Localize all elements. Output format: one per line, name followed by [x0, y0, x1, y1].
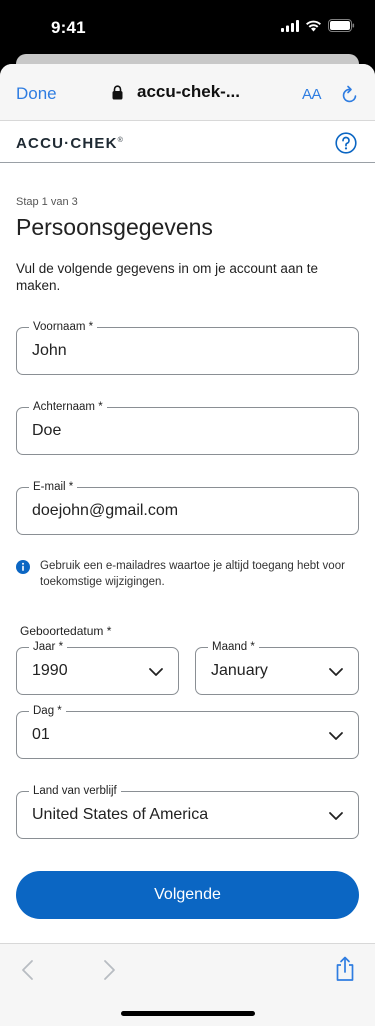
info-icon: [16, 560, 30, 574]
year-select[interactable]: Jaar * 1990: [16, 640, 179, 695]
day-value: 01: [32, 726, 50, 743]
status-icons: [281, 19, 355, 32]
email-value: doejohn@gmail.com: [32, 502, 179, 519]
chevron-down-icon: [329, 668, 343, 676]
form-intro: Vul de volgende gegevens in om je accoun…: [16, 261, 318, 293]
back-icon[interactable]: [20, 959, 36, 981]
forward-icon[interactable]: [101, 959, 117, 981]
next-button[interactable]: Volgende: [16, 871, 359, 919]
day-label: Dag *: [29, 704, 66, 718]
country-label: Land van verblijf: [29, 784, 121, 798]
done-button[interactable]: Done: [16, 84, 57, 104]
email-info-text: Gebruik een e-mailadres waartoe je altij…: [40, 560, 345, 588]
logo-registered-mark: ®: [117, 137, 124, 144]
browser-toolbar: Done accu-chek-... AA: [0, 64, 375, 121]
first-name-value: John: [32, 342, 67, 359]
country-value: United States of America: [32, 806, 209, 823]
first-name-label: Voornaam *: [29, 320, 98, 334]
birthdate-label: Geboortedatum *: [20, 624, 112, 638]
browser-sheet: Done accu-chek-... AA ACCU·CHEK® Stap 1 …: [0, 64, 375, 1026]
month-label: Maand *: [208, 640, 259, 654]
page-title: Persoonsgegevens: [16, 214, 213, 240]
year-value: 1990: [32, 662, 68, 679]
address-bar[interactable]: accu-chek-...: [112, 82, 240, 102]
chevron-down-icon: [149, 668, 163, 676]
chevron-down-icon: [329, 812, 343, 820]
status-time: 9:41: [51, 18, 86, 37]
battery-icon: [328, 19, 355, 32]
reload-icon[interactable]: [341, 84, 359, 104]
text-size-button[interactable]: AA: [302, 86, 322, 103]
chevron-down-icon: [329, 732, 343, 740]
home-indicator[interactable]: [121, 1011, 255, 1016]
last-name-value: Doe: [32, 422, 62, 439]
day-select[interactable]: Dag * 01: [16, 704, 359, 759]
share-icon[interactable]: [334, 956, 356, 982]
month-value: January: [211, 662, 268, 679]
signal-icon: [281, 19, 299, 32]
site-header: ACCU·CHEK®: [0, 121, 375, 163]
last-name-label: Achternaam *: [29, 400, 107, 414]
help-icon[interactable]: [335, 132, 357, 154]
first-name-field[interactable]: Voornaam * John: [16, 320, 359, 375]
lock-icon: [112, 84, 123, 99]
accu-chek-logo[interactable]: ACCU·CHEK®: [16, 135, 124, 152]
wifi-icon: [306, 20, 321, 31]
month-select[interactable]: Maand * January: [195, 640, 359, 695]
country-select[interactable]: Land van verblijf United States of Ameri…: [16, 784, 359, 839]
last-name-field[interactable]: Achternaam * Doe: [16, 400, 359, 455]
email-label: E-mail *: [29, 480, 78, 494]
year-label: Jaar *: [29, 640, 68, 654]
logo-text: ACCU·CHEK: [16, 135, 118, 152]
step-indicator: Stap 1 van 3: [16, 196, 78, 208]
email-field[interactable]: E-mail * doejohn@gmail.com: [16, 480, 359, 535]
status-bar: 9:41: [0, 0, 375, 56]
url-text: accu-chek-...: [137, 82, 240, 101]
